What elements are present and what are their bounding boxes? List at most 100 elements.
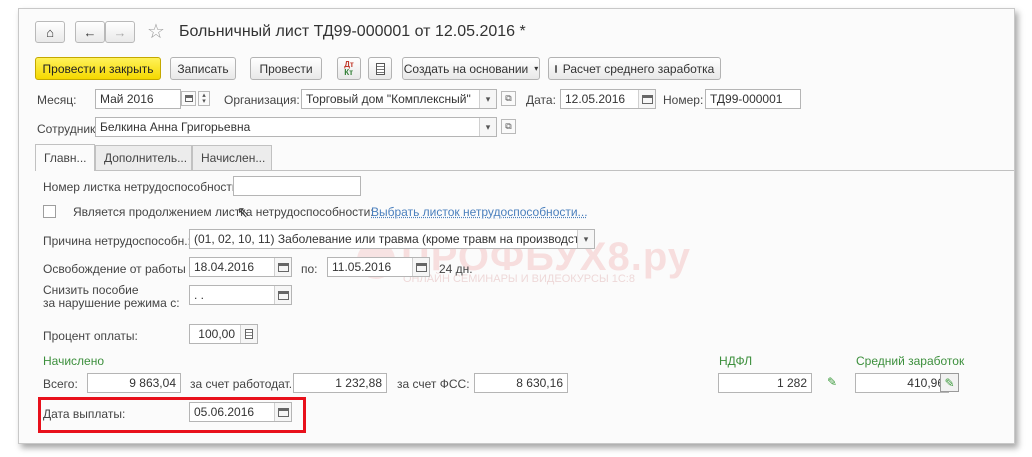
calendar-button[interactable] bbox=[274, 258, 291, 276]
month-calendar-button[interactable] bbox=[181, 91, 196, 106]
home-button[interactable]: ⌂ bbox=[35, 21, 65, 43]
dropdown-arrow-icon[interactable]: ▾ bbox=[577, 230, 594, 248]
dropdown-arrow-icon[interactable]: ▾ bbox=[479, 90, 496, 108]
release-from-field[interactable]: 18.04.2016 bbox=[189, 257, 292, 277]
organization-label: Организация: bbox=[224, 93, 300, 107]
calendar-icon bbox=[277, 262, 289, 272]
save-button[interactable]: Записать bbox=[170, 57, 236, 80]
home-icon: ⌂ bbox=[46, 24, 54, 40]
forward-button[interactable]: → bbox=[105, 21, 135, 43]
month-field[interactable]: Май 2016 bbox=[95, 89, 181, 109]
reduce-benefit-value: . . bbox=[194, 288, 205, 302]
back-button[interactable]: ← bbox=[75, 21, 105, 43]
post-and-close-button[interactable]: Провести и закрыть bbox=[35, 57, 161, 80]
create-based-on-label: Создать на основании bbox=[403, 61, 529, 76]
employee-field[interactable]: Белкина Анна Григорьевна ▾ bbox=[95, 117, 497, 137]
document-window: ⌂ ← → ☆ Больничный лист ТД99-000001 от 1… bbox=[18, 8, 1015, 444]
reason-label: Причина нетрудоспособн.: bbox=[43, 234, 191, 248]
percent-value: 100,00 bbox=[198, 327, 235, 341]
tab-divider bbox=[35, 170, 1014, 171]
fss-field[interactable]: 8 630,16 bbox=[474, 373, 568, 393]
continuation-checkbox[interactable] bbox=[43, 205, 56, 218]
release-to-field[interactable]: 11.05.2016 bbox=[327, 257, 430, 277]
open-link-icon: ⧉ bbox=[505, 121, 512, 131]
calendar-icon bbox=[641, 94, 653, 104]
employee-label: Сотрудник: bbox=[37, 122, 99, 136]
choose-sheet-link[interactable]: Выбрать листок нетрудоспособности... bbox=[371, 205, 588, 219]
dropdown-arrow-icon[interactable]: ▾ bbox=[479, 118, 496, 136]
average-earnings-button[interactable]: Расчет среднего заработка bbox=[548, 57, 721, 80]
ndfl-section-title: НДФЛ bbox=[719, 354, 753, 368]
mouse-cursor-icon: ⇖ bbox=[237, 204, 250, 221]
accrued-section-title: Начислено bbox=[43, 354, 105, 368]
employer-field[interactable]: 1 232,88 bbox=[293, 373, 387, 393]
calendar-button[interactable] bbox=[638, 90, 655, 108]
date-field[interactable]: 12.05.2016 bbox=[560, 89, 656, 109]
continuation-label: Является продолжением листка нетрудоспос… bbox=[73, 205, 374, 219]
edit-ndfl-button[interactable]: ✎ bbox=[827, 375, 837, 389]
calendar-button[interactable] bbox=[274, 286, 291, 304]
employee-value: Белкина Анна Григорьевна bbox=[100, 120, 251, 134]
reduce-benefit-field[interactable]: . . bbox=[189, 285, 292, 305]
calendar-icon bbox=[184, 95, 193, 102]
average-earnings-label: Расчет среднего заработка bbox=[562, 61, 715, 76]
edit-average-earnings-button[interactable]: ✎ bbox=[940, 373, 959, 392]
calculator-icon bbox=[245, 329, 253, 339]
window-title: Больничный лист ТД99-000001 от 12.05.201… bbox=[179, 23, 526, 40]
dt-kt-icon: Дт Кт bbox=[344, 59, 354, 77]
percent-label: Процент оплаты: bbox=[43, 329, 138, 343]
release-to-value: 11.05.2016 bbox=[332, 260, 392, 274]
open-link-icon: ⧉ bbox=[505, 93, 512, 103]
tab-additional[interactable]: Дополнитель... bbox=[95, 145, 192, 170]
reduce-benefit-label-2: за нарушение режима с: bbox=[43, 296, 180, 310]
organization-open-button[interactable]: ⧉ bbox=[501, 91, 516, 106]
fss-label: за счет ФСС: bbox=[397, 377, 470, 391]
month-stepper[interactable]: ▴ ▾ bbox=[198, 91, 210, 106]
organization-field[interactable]: Торговый дом "Комплексный" ▾ bbox=[301, 89, 497, 109]
date-value: 12.05.2016 bbox=[565, 92, 626, 106]
print-preview-button[interactable]: Дт Кт bbox=[337, 57, 361, 80]
date-label: Дата: bbox=[526, 93, 556, 107]
employee-open-button[interactable]: ⧉ bbox=[501, 119, 516, 134]
pencil-icon: ✎ bbox=[827, 375, 838, 389]
create-based-on-button[interactable]: Создать на основании ▾ bbox=[402, 57, 540, 80]
calendar-button[interactable] bbox=[412, 258, 429, 276]
employer-label: за счет работодат.: bbox=[190, 377, 296, 391]
calculator-button[interactable] bbox=[240, 325, 257, 343]
pay-date-highlight-box bbox=[38, 397, 306, 433]
chevron-down-icon: ▾ bbox=[534, 64, 539, 73]
ndfl-field[interactable]: 1 282 bbox=[718, 373, 812, 393]
month-label: Месяц: bbox=[37, 93, 77, 107]
arrow-right-icon: → bbox=[113, 24, 127, 40]
release-from-label: Освобождение от работы с: bbox=[43, 262, 199, 276]
tab-main[interactable]: Главн... bbox=[35, 144, 95, 171]
arrow-left-icon: ← bbox=[83, 24, 97, 40]
report-button[interactable] bbox=[368, 57, 392, 80]
release-from-value: 18.04.2016 bbox=[194, 260, 255, 274]
organization-value: Торговый дом "Комплексный" bbox=[306, 92, 471, 106]
reason-value: (01, 02, 10, 11) Заболевание или травма … bbox=[194, 232, 595, 246]
days-count: 24 дн. bbox=[439, 262, 473, 276]
sheet-number-label: Номер листка нетрудоспособности: bbox=[43, 180, 242, 194]
document-list-icon bbox=[375, 62, 385, 75]
total-field[interactable]: 9 863,04 bbox=[87, 373, 181, 393]
percent-field[interactable]: 100,00 bbox=[189, 324, 258, 344]
release-to-label: по: bbox=[301, 262, 318, 276]
calendar-icon bbox=[277, 290, 289, 300]
number-field[interactable]: ТД99-000001 bbox=[705, 89, 801, 109]
sheet-number-input[interactable] bbox=[233, 176, 361, 196]
calendar-icon bbox=[415, 262, 427, 272]
pencil-icon: ✎ bbox=[944, 375, 955, 390]
average-earnings-title: Средний заработок bbox=[856, 354, 965, 368]
chevron-down-icon: ▾ bbox=[202, 97, 206, 105]
reduce-benefit-label: Снизить пособие bbox=[43, 283, 139, 297]
printer-icon bbox=[554, 64, 557, 73]
average-earnings-field[interactable]: 410,96 bbox=[855, 373, 949, 393]
watermark-subtext: ОНЛАЙН СЕМИНАРЫ И ВИДЕОКУРСЫ 1С:8 bbox=[403, 273, 635, 285]
number-label: Номер: bbox=[663, 93, 704, 107]
post-button[interactable]: Провести bbox=[250, 57, 322, 80]
total-label: Всего: bbox=[43, 377, 78, 391]
reason-field[interactable]: (01, 02, 10, 11) Заболевание или травма … bbox=[189, 229, 595, 249]
tab-accruals[interactable]: Начислен... bbox=[192, 145, 272, 170]
favorite-star-icon[interactable]: ☆ bbox=[147, 19, 165, 44]
